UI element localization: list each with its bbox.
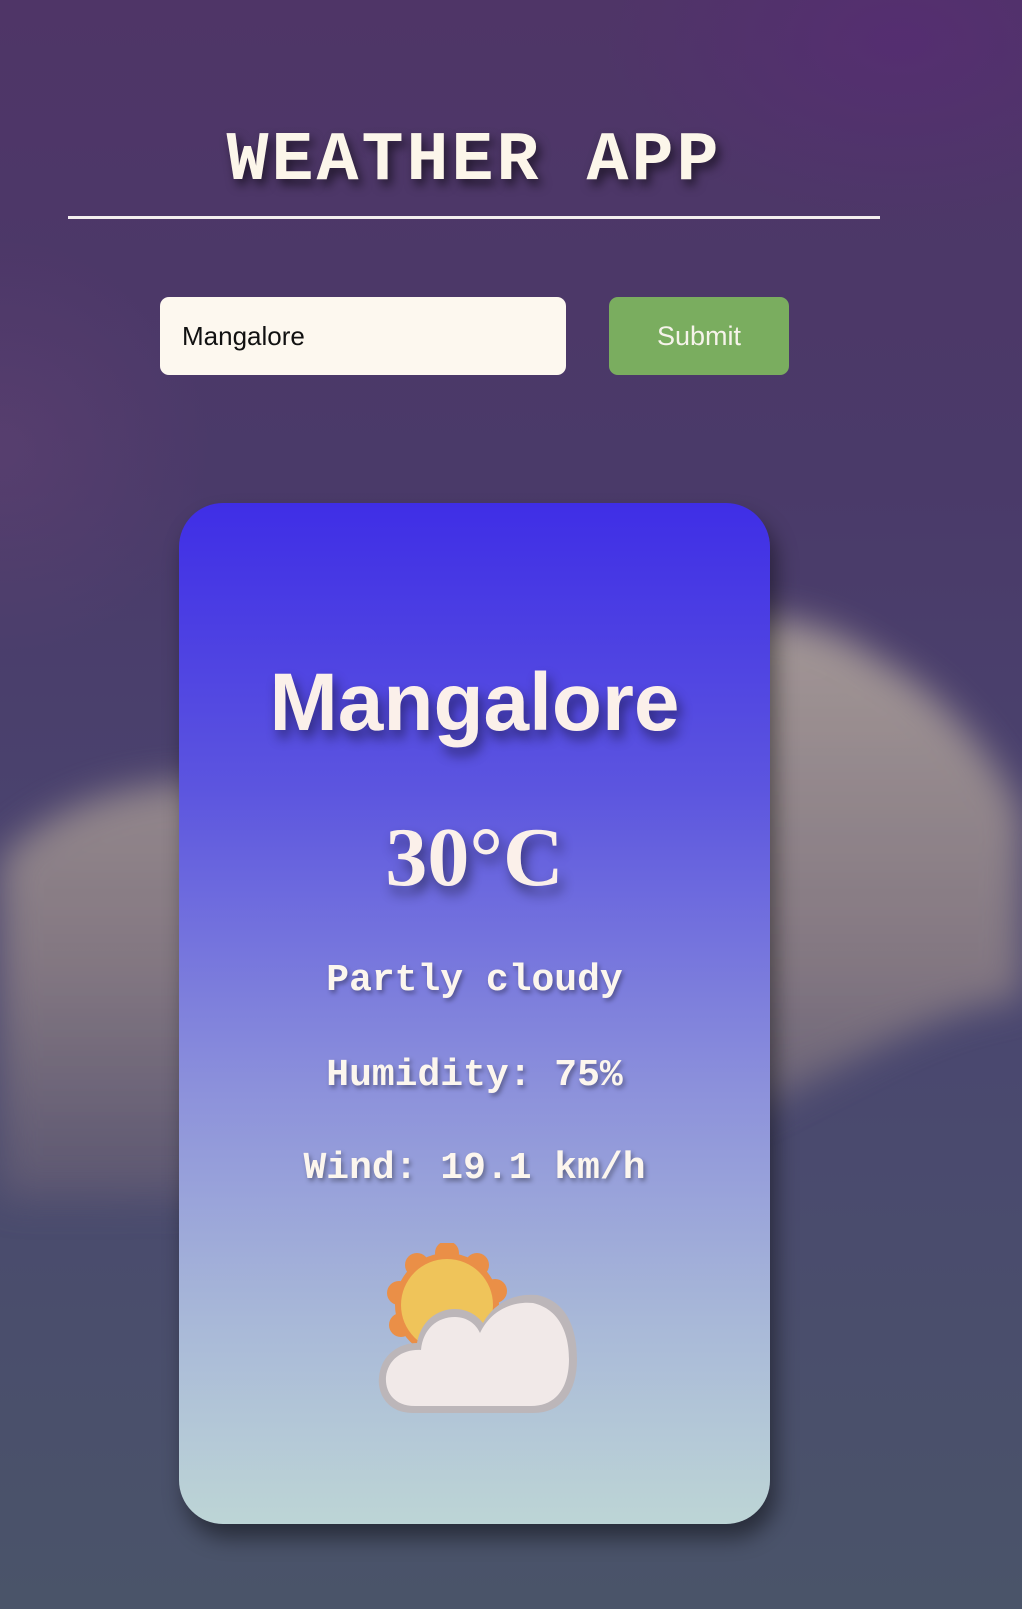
submit-button[interactable]: Submit: [609, 297, 789, 375]
weather-condition: Partly cloudy: [326, 959, 623, 1002]
weather-card: Mangalore 30°C Partly cloudy Humidity: 7…: [179, 503, 770, 1524]
city-name: Mangalore: [269, 657, 680, 748]
humidity-value: Humidity: 75%: [326, 1054, 623, 1097]
page-title: WEATHER APP: [226, 122, 722, 201]
wind-value: Wind: 19.1 km/h: [303, 1147, 646, 1190]
partly-cloudy-icon: [378, 1243, 577, 1413]
title-underline: [68, 216, 880, 219]
city-search-input[interactable]: [160, 297, 566, 375]
temperature-value: 30°C: [385, 811, 564, 904]
